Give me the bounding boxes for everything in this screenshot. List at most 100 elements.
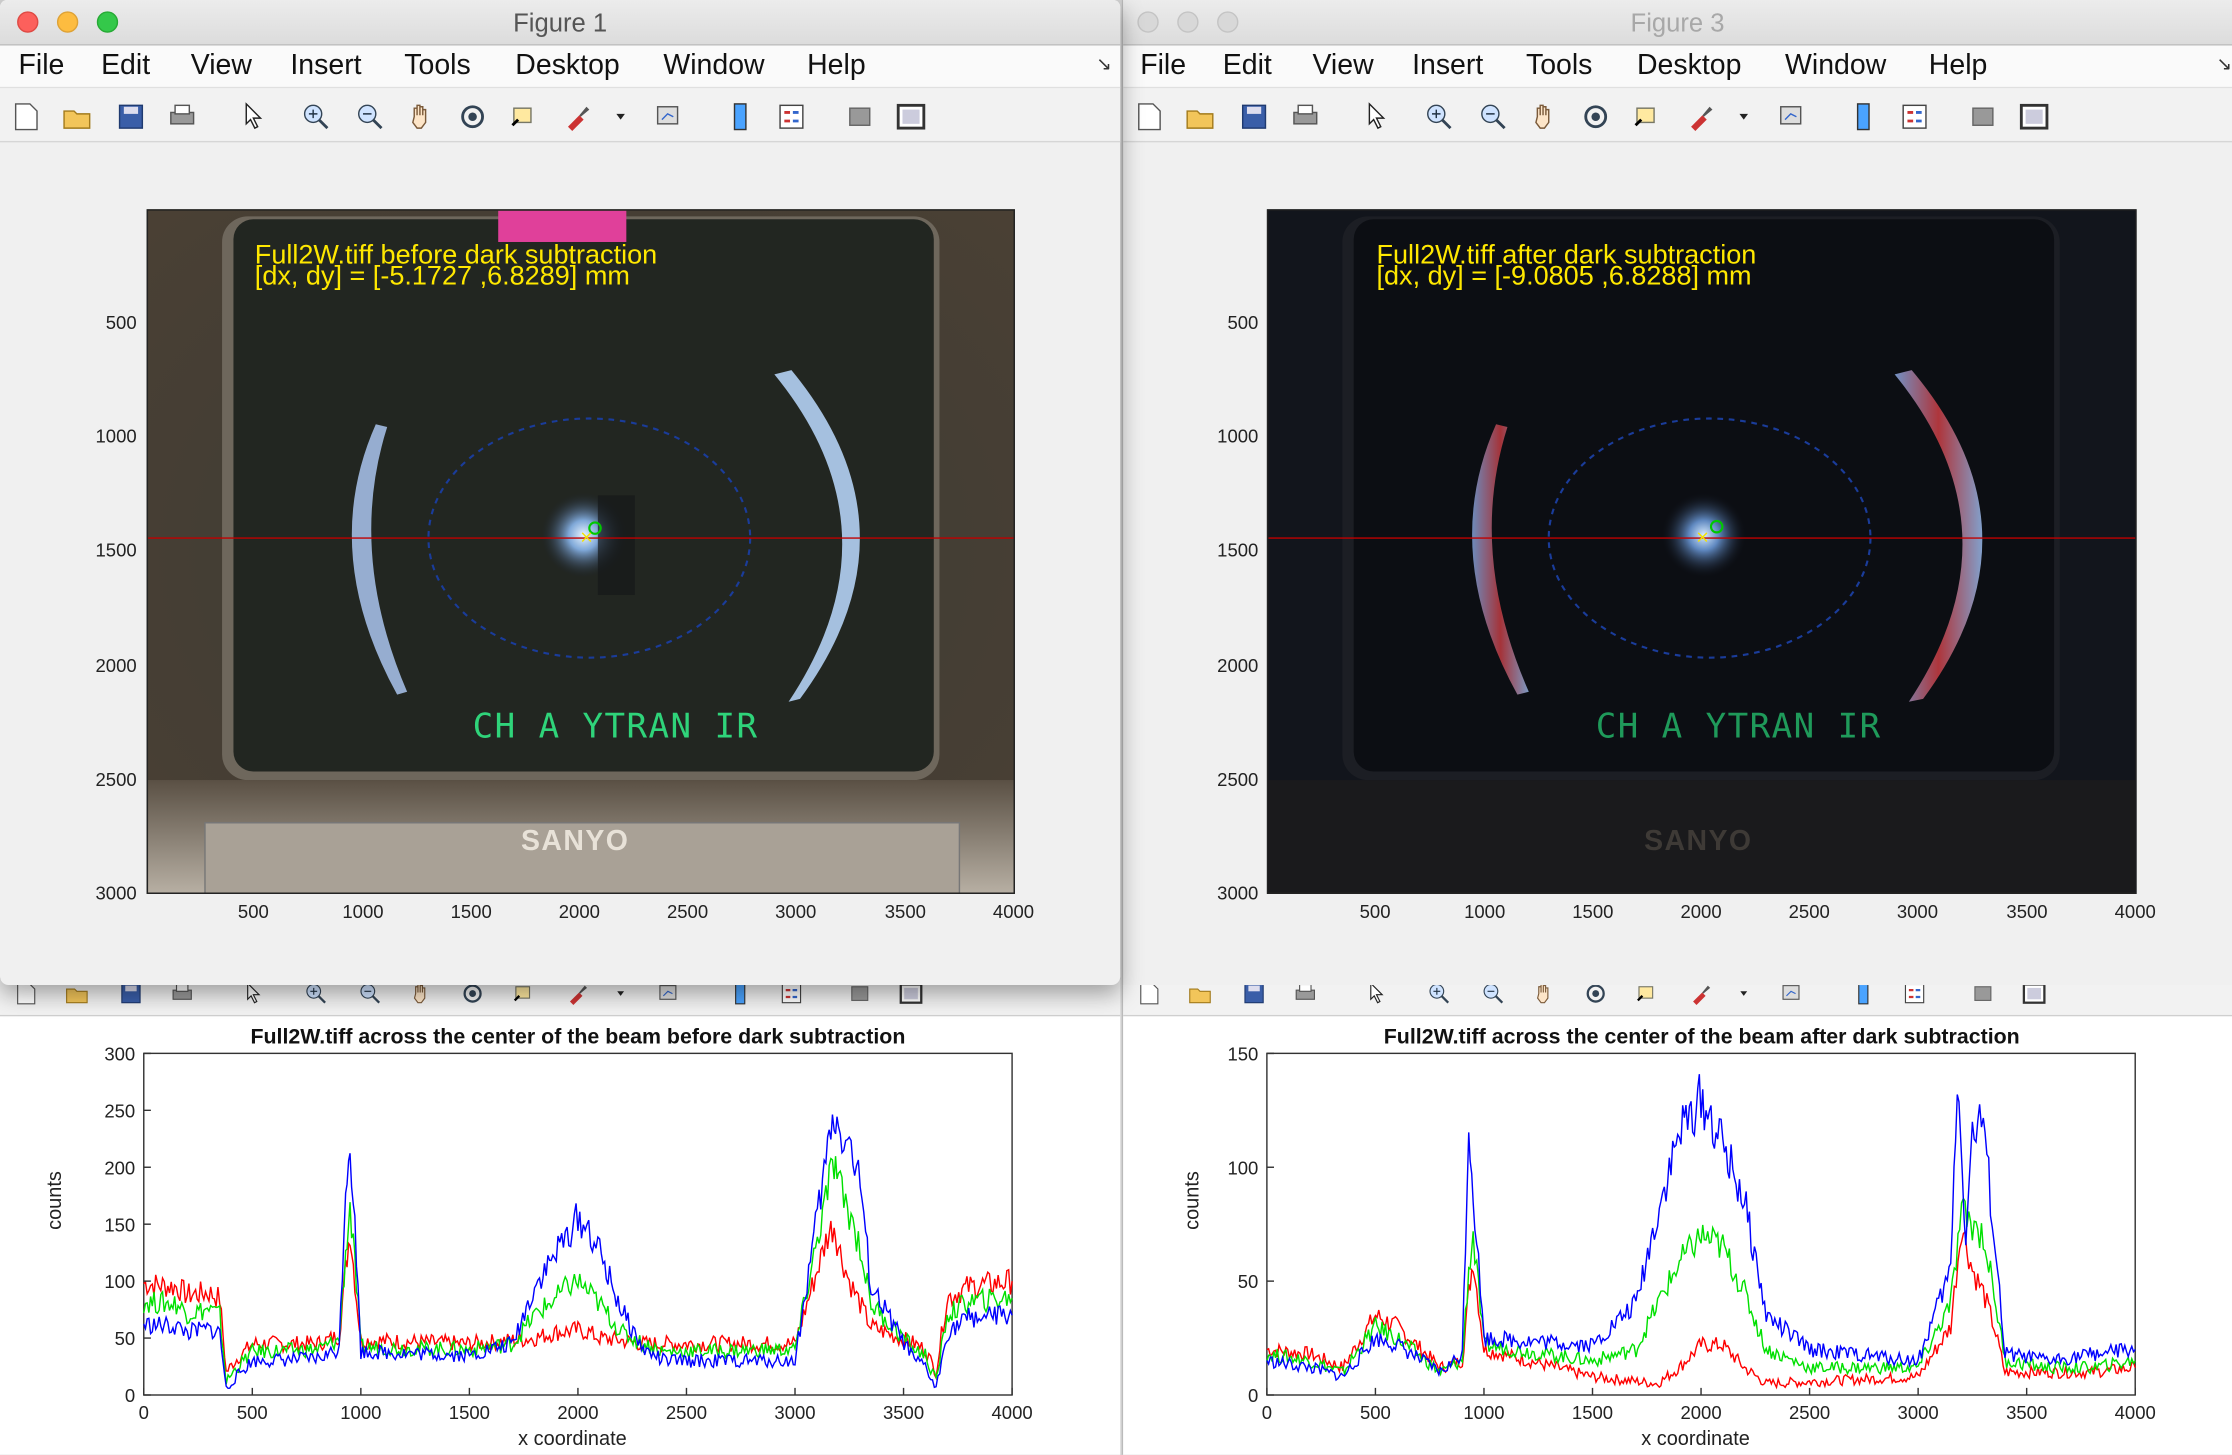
menu-tools[interactable]: Tools: [1526, 50, 1592, 83]
menu-window[interactable]: Window: [663, 50, 764, 83]
link-plot-icon[interactable]: [1775, 100, 1809, 134]
window-title: Figure 1: [513, 8, 608, 38]
menu-edit[interactable]: Edit: [1223, 50, 1272, 83]
legend-icon[interactable]: [774, 100, 808, 134]
zoom-in-icon[interactable]: [299, 100, 333, 134]
print-icon[interactable]: [165, 100, 199, 134]
show-plot-tools-icon[interactable]: [894, 100, 928, 134]
image-axes[interactable]: × CH A YTRAN IR SANYO Full2W.tiff after …: [1266, 209, 2137, 894]
zoom-out-icon[interactable]: [1476, 100, 1510, 134]
desktop: Figure 1 File Edit View Insert Tools Des…: [0, 0, 2232, 1455]
menu-desktop[interactable]: Desktop: [515, 50, 619, 83]
image-axes[interactable]: × CH A YTRAN IR SANYO Full2W.tiff before…: [146, 209, 1015, 894]
menu-view[interactable]: View: [1312, 50, 1373, 83]
hide-plot-tools-icon[interactable]: [1966, 100, 2000, 134]
legend-icon[interactable]: [1897, 100, 1931, 134]
x-tick-label: 500: [1360, 1402, 1391, 1423]
menu-view[interactable]: View: [191, 50, 252, 83]
screen-caption: CH A YTRAN IR: [472, 706, 759, 746]
menu-window[interactable]: Window: [1785, 50, 1886, 83]
x-tick-label: 0: [1262, 1402, 1272, 1423]
y-tick: 2500: [1217, 768, 1259, 791]
link-plot-icon[interactable]: [652, 100, 686, 134]
pointer-icon[interactable]: [236, 100, 270, 134]
new-file-icon[interactable]: [1132, 100, 1166, 134]
x-tick: 3500: [884, 901, 926, 923]
x-tick: 3000: [1896, 901, 1938, 923]
colorbar-icon[interactable]: [1846, 100, 1880, 134]
menu-tools[interactable]: Tools: [404, 50, 470, 83]
x-tick: 3000: [775, 901, 817, 923]
colorbar-icon[interactable]: [723, 100, 757, 134]
save-icon[interactable]: [114, 100, 148, 134]
y-tick-label: 150: [104, 1214, 135, 1235]
title-bar[interactable]: Figure 1: [0, 0, 1121, 46]
menu-file[interactable]: File: [19, 50, 65, 83]
menu-file[interactable]: File: [1140, 50, 1186, 83]
rotate-3d-icon[interactable]: [456, 100, 490, 134]
new-file-icon[interactable]: [9, 100, 43, 134]
data-cursor-icon[interactable]: [507, 100, 541, 134]
menu-help[interactable]: Help: [1929, 50, 1988, 83]
x-tick: 3500: [2006, 901, 2048, 923]
menu-dock-arrow-icon[interactable]: ↘: [2216, 53, 2232, 76]
data-cursor-icon[interactable]: [1630, 100, 1664, 134]
save-icon[interactable]: [1237, 100, 1271, 134]
line-plot-window-after: Full2W.tiff across the center of the bea…: [1121, 979, 2232, 1455]
pointer-icon[interactable]: [1359, 100, 1393, 134]
camera-image: ×: [148, 210, 1014, 893]
x-tick: 4000: [992, 901, 1035, 923]
menu-edit[interactable]: Edit: [101, 50, 150, 83]
y-tick-label: 50: [1238, 1271, 1259, 1292]
overlay-offset: [dx, dy] = [-9.0805 ,6.8288] mm: [1376, 261, 1752, 292]
x-tick-label: 3500: [883, 1402, 924, 1423]
line-chart-after[interactable]: 0 500 1000 1500 2000 2500 3000 3500 4000 0 50 100 15…: [1123, 1016, 2232, 1454]
y-tick: 1000: [1217, 425, 1259, 447]
x-tick-label: 500: [237, 1402, 268, 1423]
x-tick: 500: [1359, 901, 1391, 923]
menu-insert[interactable]: Insert: [290, 50, 361, 83]
menu-dock-arrow-icon[interactable]: ↘: [1096, 53, 1112, 76]
y-tick-label: 0: [125, 1385, 135, 1406]
brush-icon[interactable]: [1684, 100, 1718, 134]
pan-hand-icon[interactable]: [404, 100, 438, 134]
svg-text:×: ×: [579, 527, 593, 547]
camera-image: ×: [1268, 210, 2136, 893]
y-tick-label: 250: [104, 1100, 135, 1121]
x-tick: 4000: [2114, 901, 2156, 923]
menu-desktop[interactable]: Desktop: [1637, 50, 1741, 83]
open-folder-icon[interactable]: [1183, 100, 1217, 134]
menu-bar: File Edit View Insert Tools Desktop Wind…: [0, 45, 1121, 89]
y-tick: 3000: [95, 882, 137, 904]
y-tick: 2000: [1217, 654, 1259, 677]
rotate-3d-icon[interactable]: [1579, 100, 1613, 134]
y-tick-label: 50: [115, 1328, 136, 1349]
show-plot-tools-icon[interactable]: [2017, 100, 2051, 134]
open-folder-icon[interactable]: [60, 100, 94, 134]
y-tick: 3000: [1217, 882, 1259, 904]
y-tick-label: 200: [104, 1157, 135, 1178]
title-bar[interactable]: Figure 3: [1123, 0, 2232, 46]
menu-help[interactable]: Help: [807, 50, 866, 83]
y-tick: 2500: [95, 768, 137, 791]
y-tick-label: 300: [104, 1043, 135, 1064]
hide-plot-tools-icon[interactable]: [843, 100, 877, 134]
print-icon[interactable]: [1288, 100, 1322, 134]
x-tick: 500: [237, 901, 269, 923]
menu-insert[interactable]: Insert: [1412, 50, 1483, 83]
x-tick-label: 3000: [1898, 1402, 1939, 1423]
zoom-out-icon[interactable]: [353, 100, 387, 134]
dropdown-arrow-icon[interactable]: [604, 100, 638, 134]
x-tick: 2500: [666, 901, 709, 923]
figure-toolbar: [0, 88, 1121, 143]
y-tick: 1500: [1217, 539, 1259, 561]
brush-icon[interactable]: [561, 100, 595, 134]
pan-hand-icon[interactable]: [1527, 100, 1561, 134]
line-chart-before[interactable]: 0 500 1000 1500 2000 2500 3000 3500 4000 0 50 100 15…: [0, 1016, 1120, 1454]
dropdown-arrow-icon[interactable]: [1727, 100, 1761, 134]
monitor-brand: SANYO: [520, 825, 630, 857]
zoom-in-icon[interactable]: [1422, 100, 1456, 134]
x-tick-label: 2500: [666, 1402, 707, 1423]
x-tick-label: 1000: [340, 1402, 381, 1423]
x-tick: 1000: [342, 901, 384, 923]
